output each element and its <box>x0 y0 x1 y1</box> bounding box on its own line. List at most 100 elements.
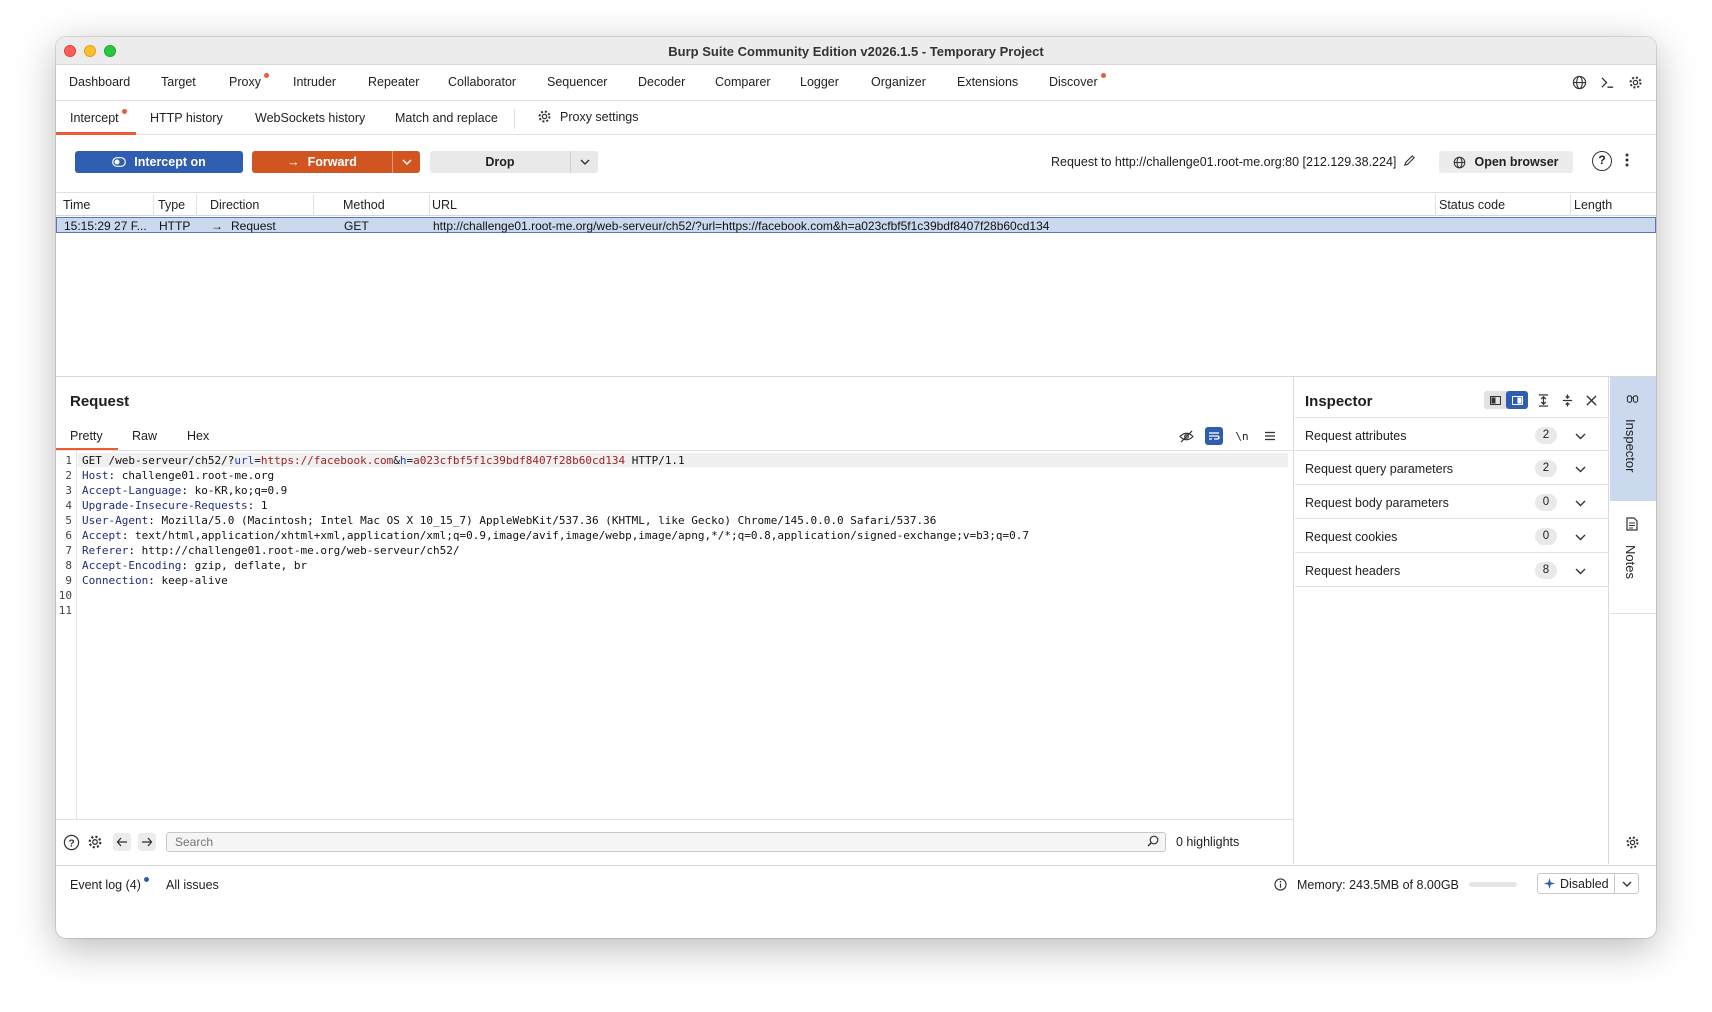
search-settings-gear-icon[interactable] <box>86 833 104 851</box>
tab-extensions[interactable]: Extensions <box>957 75 1018 89</box>
tab-proxy[interactable]: Proxy <box>229 73 269 89</box>
header-value: challenge01.root-me.org <box>115 469 275 482</box>
column-method[interactable]: Method <box>343 198 385 212</box>
tab-organizer[interactable]: Organizer <box>871 75 926 89</box>
toggle-icon <box>112 157 127 167</box>
tab-decoder[interactable]: Decoder <box>638 75 685 89</box>
subtab-match-and-replace[interactable]: Match and replace <box>395 111 498 125</box>
header-name: User-Agent <box>82 514 149 527</box>
param-equals: = <box>254 454 261 467</box>
layout-single-icon[interactable] <box>1484 391 1506 409</box>
line-number: 8 <box>65 559 72 572</box>
drop-options-dropdown[interactable] <box>570 151 598 173</box>
inspector-section-request-body-parameters[interactable]: Request body parameters 0 <box>1295 485 1609 519</box>
intercept-toggle-label: Intercept on <box>134 155 206 169</box>
cell-direction-label: Request <box>231 219 276 233</box>
column-separator[interactable] <box>429 194 430 216</box>
open-browser-button[interactable]: Open browser <box>1439 151 1573 173</box>
subtab-websockets-history[interactable]: WebSockets history <box>255 111 365 125</box>
tab-collaborator[interactable]: Collaborator <box>448 75 516 89</box>
search-field[interactable] <box>166 832 1166 852</box>
column-separator[interactable] <box>153 194 154 216</box>
request-editor[interactable]: 1 2 3 4 5 6 7 8 9 10 11 GET /web-serveur… <box>56 451 1294 819</box>
header-line: Upgrade-Insecure-Requests: 1 <box>82 499 268 512</box>
inspector-section-request-headers[interactable]: Request headers 8 <box>1295 553 1609 587</box>
param-value: https://facebook.com <box>260 454 394 467</box>
column-time[interactable]: Time <box>63 198 90 212</box>
tab-comparer[interactable]: Comparer <box>715 75 771 89</box>
header-value: Mozilla/5.0 (Macintosh; Intel Mac OS X 1… <box>154 514 937 527</box>
drop-button[interactable]: Drop <box>430 151 570 173</box>
status-bar: Event log (4) All issues Memory: 243.5MB… <box>56 865 1656 900</box>
proxy-settings-button[interactable]: Proxy settings <box>537 109 639 124</box>
sidebar-settings-gear-icon[interactable] <box>1625 835 1640 853</box>
newline-toggle[interactable]: \n <box>1233 427 1251 445</box>
view-tab-hex[interactable]: Hex <box>187 429 209 443</box>
column-status-code[interactable]: Status code <box>1439 198 1505 212</box>
hamburger-menu-icon[interactable] <box>1261 427 1279 445</box>
view-tab-raw[interactable]: Raw <box>132 429 157 443</box>
chevron-down-icon[interactable] <box>1575 530 1586 544</box>
side-tab-inspector[interactable]: Inspector <box>1610 377 1656 501</box>
chevron-down-icon[interactable] <box>1575 462 1586 476</box>
tab-repeater[interactable]: Repeater <box>368 75 419 89</box>
previous-match-arrow-icon[interactable] <box>113 833 131 851</box>
intercept-toggle-button[interactable]: Intercept on <box>75 151 243 173</box>
section-label: Request headers <box>1305 564 1401 578</box>
globe-icon[interactable] <box>1570 73 1588 91</box>
forward-button[interactable]: → Forward <box>252 151 392 173</box>
collapse-all-icon[interactable] <box>1558 391 1576 409</box>
chevron-down-icon[interactable] <box>1575 496 1586 510</box>
inspector-section-request-cookies[interactable]: Request cookies 0 <box>1295 519 1609 553</box>
column-separator[interactable] <box>1570 194 1571 216</box>
open-browser-label: Open browser <box>1474 155 1559 169</box>
chevron-down-icon[interactable] <box>1575 429 1586 443</box>
inspector-title: Inspector <box>1305 393 1373 410</box>
tab-logger[interactable]: Logger <box>800 75 839 89</box>
settings-gear-icon[interactable] <box>1626 73 1644 91</box>
chevron-down-icon[interactable] <box>1575 564 1586 578</box>
chevron-down-icon[interactable] <box>1614 874 1638 893</box>
tab-target[interactable]: Target <box>161 75 196 89</box>
column-length[interactable]: Length <box>1574 198 1612 212</box>
all-issues-button[interactable]: All issues <box>166 878 219 892</box>
inspector-section-request-query-parameters[interactable]: Request query parameters 2 <box>1295 451 1609 485</box>
column-url[interactable]: URL <box>432 198 457 212</box>
next-match-arrow-icon[interactable] <box>138 833 156 851</box>
help-icon[interactable]: ? <box>1592 151 1612 171</box>
edit-target-pencil-icon[interactable] <box>1403 154 1416 170</box>
column-separator[interactable] <box>1435 194 1436 216</box>
view-tab-pretty[interactable]: Pretty <box>70 429 103 443</box>
chevron-down-icon <box>580 159 589 165</box>
intercept-table-header: Time Type Direction Method URL Status co… <box>56 194 1656 216</box>
tab-discover[interactable]: Discover <box>1049 73 1106 89</box>
column-separator[interactable] <box>313 194 314 216</box>
help-icon[interactable]: ? <box>62 833 80 851</box>
header-name: Host <box>82 469 109 482</box>
inspector-section-request-attributes[interactable]: Request attributes 2 <box>1295 417 1609 451</box>
subtab-http-history[interactable]: HTTP history <box>150 111 223 125</box>
line-number: 3 <box>65 484 72 497</box>
ai-state-dropdown[interactable]: Disabled <box>1537 873 1639 894</box>
column-direction[interactable]: Direction <box>210 198 259 212</box>
subtab-intercept[interactable]: Intercept <box>70 109 127 125</box>
forward-options-dropdown[interactable] <box>392 151 420 173</box>
side-tab-notes[interactable]: Notes <box>1610 501 1656 613</box>
hide-nonprintable-icon[interactable] <box>1177 427 1195 445</box>
tab-dashboard[interactable]: Dashboard <box>69 75 130 89</box>
table-row[interactable]: 15:15:29 27 F... HTTP → Request GET http:… <box>56 217 1656 233</box>
window-title: Burp Suite Community Edition v2026.1.5 -… <box>668 44 1044 59</box>
close-icon[interactable] <box>1582 391 1600 409</box>
event-log-button[interactable]: Event log (4) <box>70 877 149 892</box>
column-separator[interactable] <box>196 194 197 216</box>
column-type[interactable]: Type <box>158 198 185 212</box>
search-input[interactable] <box>167 833 1127 851</box>
tab-intruder[interactable]: Intruder <box>293 75 336 89</box>
more-options-icon[interactable] <box>1625 153 1629 170</box>
terminal-icon[interactable] <box>1598 73 1616 91</box>
expand-all-icon[interactable] <box>1534 391 1552 409</box>
tab-sequencer[interactable]: Sequencer <box>547 75 607 89</box>
layout-split-icon[interactable] <box>1506 391 1528 409</box>
word-wrap-icon[interactable] <box>1205 427 1223 445</box>
section-label: Request cookies <box>1305 530 1398 544</box>
